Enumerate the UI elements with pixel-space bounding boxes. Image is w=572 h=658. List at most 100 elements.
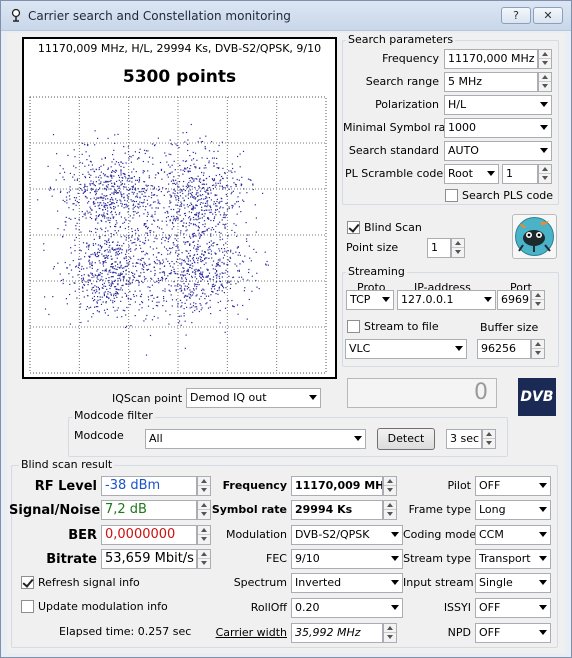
min-symbol-rate-select[interactable]: 1000 xyxy=(444,118,552,138)
proto-value: TCP xyxy=(350,293,371,306)
fec-select[interactable]: 9/10 xyxy=(291,549,403,569)
polarization-select[interactable]: H/L xyxy=(444,95,552,115)
issyi-label: ISSYI xyxy=(443,601,471,614)
min-symbol-rate-value: 1000 xyxy=(448,121,476,134)
symbol-rate-value: 29994 Ks xyxy=(291,500,383,520)
carrier-width-spinner[interactable] xyxy=(383,623,397,643)
npd-select[interactable]: OFF xyxy=(475,623,551,643)
chevron-down-icon xyxy=(540,148,548,153)
blind-scan-label: Blind Scan xyxy=(364,221,422,234)
carrier-width-link[interactable]: Carrier width xyxy=(207,626,287,639)
pilot-label: Pilot xyxy=(447,479,471,492)
result-frequency-value: 11170,009 MHz xyxy=(291,476,383,496)
chevron-down-icon xyxy=(354,436,362,441)
search-range-label: Search range xyxy=(365,75,439,88)
pilot-select[interactable]: OFF xyxy=(475,476,551,496)
min-symbol-rate-label: Minimal Symbol rate xyxy=(343,121,457,134)
close-button[interactable]: ✕ xyxy=(533,7,563,24)
bitrate-value: 53,659 Mbit/s xyxy=(101,549,197,569)
symbol-rate-spinner[interactable] xyxy=(383,500,397,520)
fec-label: FEC xyxy=(266,552,287,565)
coding-mode-select[interactable]: CCM xyxy=(475,525,551,545)
elapsed-time: Elapsed time: 0.257 sec xyxy=(59,625,192,638)
chevron-down-icon xyxy=(539,580,547,585)
bitrate-label: Bitrate xyxy=(46,552,97,567)
rolloff-select[interactable]: 0.20 xyxy=(291,598,403,618)
refresh-signal-checkbox[interactable] xyxy=(21,576,34,589)
fec-value: 9/10 xyxy=(295,552,320,565)
signal-noise-text: 7,2 dB xyxy=(105,502,147,517)
buffer-size-spinner[interactable] xyxy=(531,339,545,359)
refresh-signal-label: Refresh signal info xyxy=(38,576,140,589)
stream-to-file-checkbox[interactable] xyxy=(347,320,360,333)
frequency-spinner[interactable] xyxy=(538,49,552,69)
frame-type-select[interactable]: Long xyxy=(475,500,551,520)
timeout-input[interactable]: 3 sec xyxy=(446,429,482,449)
result-frequency-label: Frequency xyxy=(222,479,287,492)
proto-select[interactable]: TCP xyxy=(346,290,394,310)
spectrum-select[interactable]: Inverted xyxy=(291,573,403,593)
issyi-select[interactable]: OFF xyxy=(475,598,551,618)
result-frequency-spinner[interactable] xyxy=(383,476,397,496)
search-pls-label: Search PLS code xyxy=(462,189,554,202)
timeout-spinner[interactable] xyxy=(482,429,496,449)
modcode-select[interactable]: All xyxy=(145,429,366,449)
update-modulation-checkbox[interactable] xyxy=(21,600,34,613)
search-range-spinner[interactable] xyxy=(538,72,552,92)
pls-mode-select[interactable]: Root xyxy=(444,164,499,184)
chevron-down-icon xyxy=(391,580,399,585)
help-button[interactable]: ? xyxy=(501,7,531,24)
port-spinner[interactable] xyxy=(531,290,545,310)
rf-level-label: RF Level xyxy=(34,479,97,494)
dvb-logo: DVB xyxy=(518,378,556,416)
npd-value: OFF xyxy=(479,626,501,639)
search-pls-checkbox[interactable] xyxy=(445,189,458,202)
signal-noise-label: Signal/Noise xyxy=(9,503,101,518)
frequency-input[interactable]: 11170,000 MHz xyxy=(444,49,538,69)
app-icon xyxy=(11,8,21,22)
rf-level-value: -38 dBm xyxy=(101,476,197,496)
search-range-input[interactable]: 5 MHz xyxy=(444,72,538,92)
rolloff-value: 0.20 xyxy=(295,601,320,614)
polarization-label: Polarization xyxy=(375,98,439,111)
modulation-label: Modulation xyxy=(225,528,287,541)
player-select[interactable]: VLC xyxy=(345,339,467,359)
ber-text: 0,0000000 xyxy=(105,527,176,542)
port-input[interactable]: 6969 xyxy=(497,290,531,310)
point-size-label: Point size xyxy=(346,241,399,254)
stream-type-select[interactable]: Transport xyxy=(475,549,551,569)
frame-type-value: Long xyxy=(479,503,506,516)
modcode-value: All xyxy=(149,432,163,445)
point-size-spinner[interactable] xyxy=(451,238,465,258)
point-size-input[interactable]: 1 xyxy=(427,238,451,258)
detect-button[interactable]: Detect xyxy=(377,428,435,450)
ber-value: 0,0000000 xyxy=(101,525,197,545)
input-stream-select[interactable]: Single xyxy=(475,573,551,593)
pls-code-input[interactable]: 1 xyxy=(502,164,538,184)
chevron-down-icon xyxy=(484,297,492,302)
modcode-group-title: Modcode filter xyxy=(72,409,155,422)
update-modulation-label: Update modulation info xyxy=(38,600,168,613)
iqscan-select[interactable]: Demod IQ out xyxy=(186,388,321,408)
chevron-down-icon xyxy=(539,483,547,488)
blind-scan-checkbox[interactable] xyxy=(347,221,360,234)
main-window: Carrier search and Constellation monitor… xyxy=(0,0,572,658)
ip-select[interactable]: 127.0.0.1 xyxy=(397,290,496,310)
buffer-size-input[interactable]: 96256 xyxy=(477,339,531,359)
modulation-select[interactable]: DVB-S2/QPSK xyxy=(291,525,403,545)
chevron-down-icon xyxy=(309,395,317,400)
pls-label: PL Scramble code xyxy=(345,167,444,180)
chevron-down-icon xyxy=(391,532,399,537)
streaming-title: Streaming xyxy=(346,265,407,278)
chevron-down-icon xyxy=(539,532,547,537)
fish-logo[interactable] xyxy=(512,214,557,259)
title-bar: Carrier search and Constellation monitor… xyxy=(1,1,571,31)
chevron-down-icon xyxy=(487,171,495,176)
stream-type-value: Transport xyxy=(479,552,531,565)
search-standard-select[interactable]: AUTO xyxy=(444,141,552,161)
pls-code-spinner[interactable] xyxy=(538,164,552,184)
chevron-down-icon xyxy=(455,346,463,351)
counter-display: 0 xyxy=(347,378,497,408)
constellation-plot xyxy=(29,96,327,374)
rf-level-text: -38 dBm xyxy=(105,478,161,493)
